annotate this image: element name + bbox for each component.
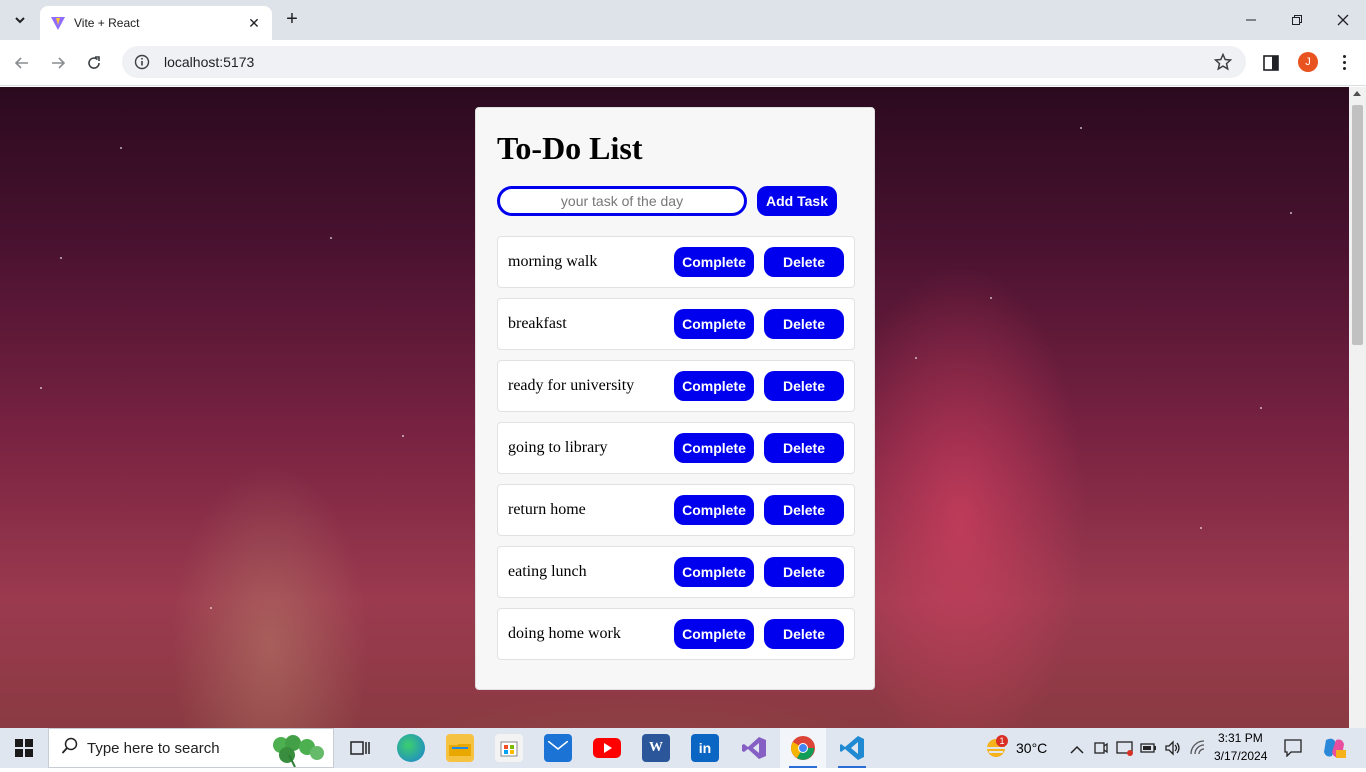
todo-card: To-Do List Add Task morning walk Complet… (475, 107, 875, 690)
delete-button[interactable]: Delete (764, 557, 844, 587)
complete-button[interactable]: Complete (674, 619, 754, 649)
clover-icon (265, 733, 325, 768)
page-title: To-Do List (497, 130, 643, 166)
show-hidden-icons-icon[interactable] (1070, 741, 1084, 759)
complete-button[interactable]: Complete (674, 433, 754, 463)
browser-toolbar: localhost:5173 J (0, 40, 1366, 86)
complete-button[interactable]: Complete (674, 495, 754, 525)
battery-icon[interactable] (1140, 741, 1158, 759)
task-item: eating lunch Complete Delete (497, 546, 855, 598)
word-icon[interactable]: W (642, 734, 670, 762)
taskbar-search[interactable]: Type here to search (48, 728, 334, 768)
store-icon[interactable] (495, 734, 523, 762)
complete-button[interactable]: Complete (674, 557, 754, 587)
task-item: ready for university Complete Delete (497, 360, 855, 412)
mail-icon[interactable] (544, 734, 572, 762)
task-text: breakfast (508, 315, 567, 332)
delete-button[interactable]: Delete (764, 247, 844, 277)
tab-close-icon[interactable]: ✕ (246, 15, 262, 31)
task-list: morning walk Complete Delete breakfast C… (497, 236, 855, 670)
vscode-icon[interactable] (838, 734, 866, 762)
minimize-icon[interactable] (1228, 0, 1274, 40)
windows-taskbar: Type here to search W in 1 30°C 3:31 PM … (0, 728, 1366, 768)
copilot-icon[interactable] (1322, 736, 1346, 765)
back-icon[interactable] (10, 51, 34, 75)
chrome-icon[interactable] (789, 734, 817, 762)
task-item: breakfast Complete Delete (497, 298, 855, 350)
linkedin-icon[interactable]: in (691, 734, 719, 762)
clock-time[interactable]: 3:31 PM (1218, 731, 1263, 745)
page-background: To-Do List Add Task morning walk Complet… (0, 87, 1349, 728)
menu-icon[interactable] (1336, 52, 1352, 72)
volume-icon[interactable] (1164, 740, 1182, 761)
bookmark-star-icon[interactable] (1213, 52, 1233, 71)
file-explorer-icon[interactable] (446, 734, 474, 762)
close-icon[interactable] (1320, 0, 1366, 40)
scrollbar-thumb[interactable] (1352, 105, 1363, 345)
tab-title: Vite + React (74, 16, 140, 30)
delete-button[interactable]: Delete (764, 495, 844, 525)
notification-icon[interactable] (1284, 739, 1302, 762)
profile-avatar[interactable]: J (1298, 52, 1318, 72)
complete-button[interactable]: Complete (674, 371, 754, 401)
task-text: morning walk (508, 253, 598, 270)
url-text: localhost:5173 (164, 54, 255, 70)
weather-badge: 1 (996, 735, 1008, 747)
reload-icon[interactable] (82, 51, 106, 75)
task-item: going to library Complete Delete (497, 422, 855, 474)
scroll-up-icon[interactable] (1353, 91, 1361, 96)
task-item: return home Complete Delete (497, 484, 855, 536)
complete-button[interactable]: Complete (674, 247, 754, 277)
search-placeholder: Type here to search (87, 739, 220, 757)
delete-button[interactable]: Delete (764, 433, 844, 463)
complete-button[interactable]: Complete (674, 309, 754, 339)
weather-temperature[interactable]: 30°C (1016, 740, 1047, 756)
delete-button[interactable]: Delete (764, 371, 844, 401)
forward-icon[interactable] (46, 51, 70, 75)
clock-date[interactable]: 3/17/2024 (1214, 749, 1267, 763)
windows-start-icon[interactable] (0, 728, 48, 768)
delete-button[interactable]: Delete (764, 309, 844, 339)
task-text: ready for university (508, 377, 635, 394)
task-view-icon[interactable] (346, 734, 374, 762)
task-text: eating lunch (508, 563, 587, 580)
visual-studio-icon[interactable] (740, 734, 768, 762)
task-text: return home (508, 501, 586, 518)
device-icon[interactable] (1116, 740, 1134, 761)
task-item: morning walk Complete Delete (497, 236, 855, 288)
vite-favicon (50, 15, 66, 31)
add-task-button[interactable]: Add Task (757, 186, 837, 216)
maximize-icon[interactable] (1274, 0, 1320, 40)
tab-search-icon[interactable] (8, 8, 32, 32)
search-icon (61, 737, 79, 760)
task-item: doing home work Complete Delete (497, 608, 855, 660)
task-input[interactable] (497, 186, 747, 216)
edge-icon[interactable] (397, 734, 425, 762)
address-bar[interactable]: localhost:5173 (122, 46, 1246, 78)
tab-strip: Vite + React ✕ + (0, 0, 1366, 40)
wifi-icon[interactable] (1190, 740, 1206, 761)
browser-tab[interactable]: Vite + React ✕ (40, 6, 272, 40)
new-tab-button[interactable]: + (280, 8, 304, 32)
delete-button[interactable]: Delete (764, 619, 844, 649)
page-scrollbar[interactable] (1349, 87, 1366, 728)
youtube-icon[interactable] (593, 734, 621, 762)
site-info-icon[interactable] (134, 54, 150, 70)
meet-icon[interactable] (1094, 740, 1108, 761)
task-text: doing home work (508, 625, 621, 642)
side-panel-icon[interactable] (1262, 54, 1280, 72)
task-text: going to library (508, 439, 608, 456)
